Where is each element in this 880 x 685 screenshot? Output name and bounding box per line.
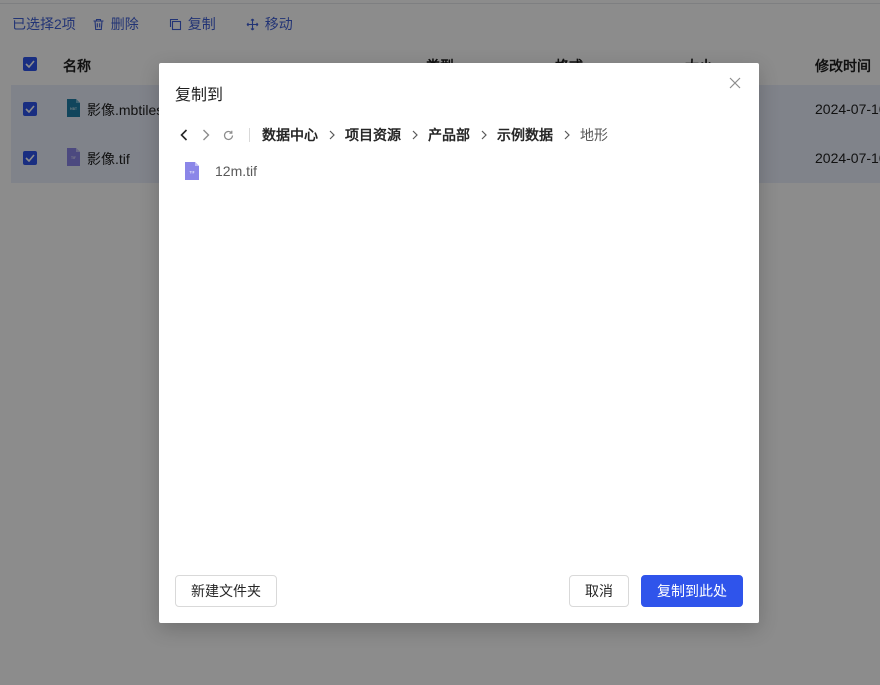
breadcrumb-item[interactable]: 示例数据 xyxy=(497,125,553,145)
nav-divider xyxy=(249,128,250,142)
chevron-right-icon xyxy=(564,130,570,140)
chevron-right-icon xyxy=(481,130,487,140)
back-button[interactable] xyxy=(177,128,191,142)
cancel-button[interactable]: 取消 xyxy=(569,575,629,607)
folder-navigation: 数据中心 项目资源 产品部 示例数据 地形 xyxy=(177,125,608,145)
chevron-right-icon xyxy=(412,130,418,140)
chevron-right-icon xyxy=(203,129,210,141)
breadcrumb-item[interactable]: 产品部 xyxy=(428,125,470,145)
breadcrumb-item[interactable]: 项目资源 xyxy=(345,125,401,145)
chevron-left-icon xyxy=(180,129,188,141)
breadcrumb-current: 地形 xyxy=(580,127,608,143)
breadcrumb-item[interactable]: 数据中心 xyxy=(262,125,318,145)
file-name[interactable]: 12m.tif xyxy=(215,163,257,179)
close-icon[interactable] xyxy=(728,76,742,90)
forward-button[interactable] xyxy=(199,128,213,142)
refresh-icon xyxy=(223,130,233,140)
svg-text:TIF: TIF xyxy=(188,171,194,175)
copy-to-dialog: 复制到 数据中心 项目资源 产品部 示例数据 地形 TIF 12m.tif 新建… xyxy=(159,63,759,623)
chevron-right-icon xyxy=(329,130,335,140)
copy-here-button[interactable]: 复制到此处 xyxy=(641,575,743,607)
tif-file-icon: TIF xyxy=(185,162,199,180)
refresh-button[interactable] xyxy=(221,128,235,142)
dialog-title: 复制到 xyxy=(175,87,224,104)
new-folder-button[interactable]: 新建文件夹 xyxy=(175,575,277,607)
list-item[interactable]: TIF 12m.tif xyxy=(185,161,257,181)
